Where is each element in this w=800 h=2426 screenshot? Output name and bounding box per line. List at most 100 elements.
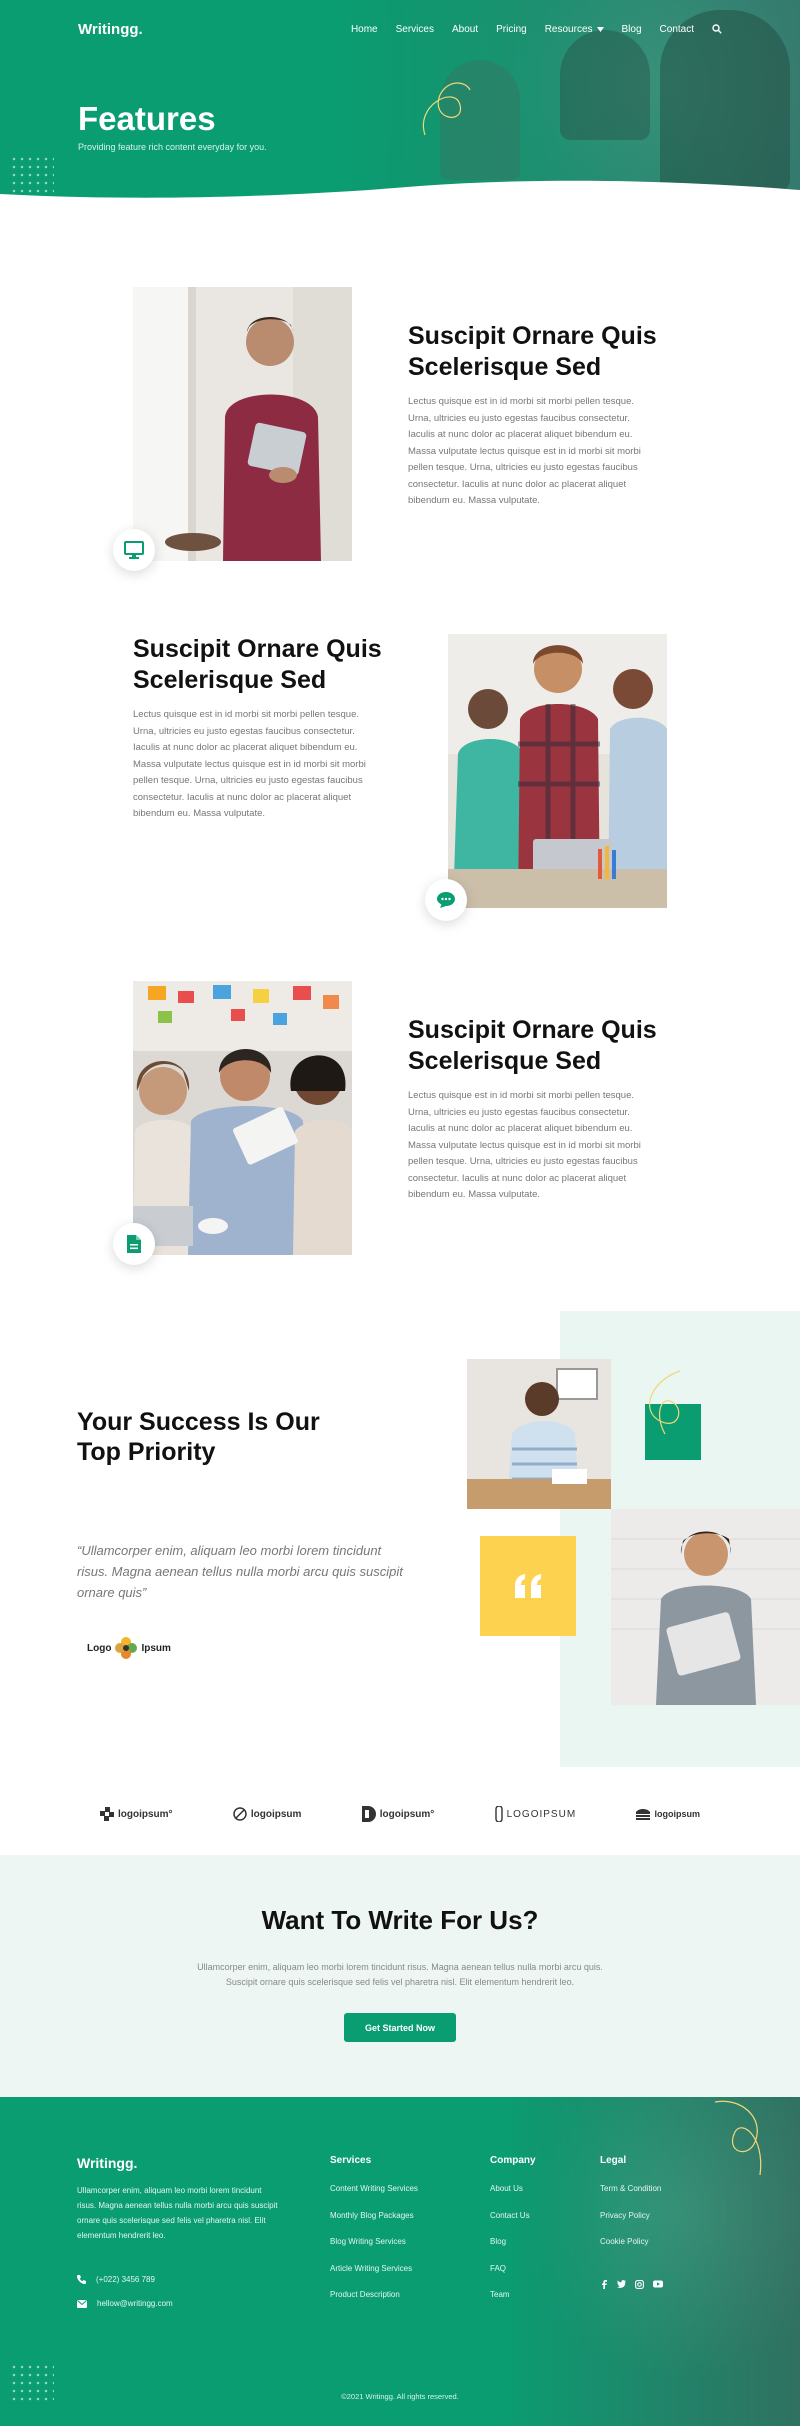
- site-footer: Writingg. Ullamcorper enim, aliquam leo …: [0, 2097, 800, 2426]
- nav-home[interactable]: Home: [351, 24, 378, 35]
- phone-icon: [77, 2275, 86, 2284]
- site-logo[interactable]: Writingg.: [78, 21, 143, 38]
- nav-pricing[interactable]: Pricing: [496, 24, 527, 35]
- partner-logo: logoipsum: [636, 1808, 700, 1820]
- success-title: Your Success Is Our Top Priority: [77, 1408, 320, 1466]
- client-logo-left: Logo: [87, 1642, 112, 1654]
- feature-block: Suscipit Ornare Quis Scelerisque Sed Lec…: [0, 634, 800, 981]
- circle-slash-logo-icon: [233, 1807, 247, 1821]
- nav-contact[interactable]: Contact: [660, 24, 694, 35]
- footer-phone: (+022) 3456 789: [77, 2275, 155, 2284]
- swirl-decoration-icon: [422, 82, 471, 136]
- partner-logo-label: logoipsum: [654, 1809, 700, 1819]
- footer-logo[interactable]: Writingg.: [77, 2155, 137, 2171]
- search-icon[interactable]: [712, 24, 722, 34]
- footer-link[interactable]: Monthly Blog Packages: [330, 2211, 418, 2220]
- partner-logo: logoipsum: [233, 1807, 302, 1821]
- cta-section: Want To Write For Us? Ullamcorper enim, …: [0, 1855, 800, 2097]
- feature-description: Lectus quisque est in id morbi sit morbi…: [408, 396, 641, 506]
- footer-link[interactable]: FAQ: [490, 2264, 536, 2273]
- feature-badge: [113, 529, 155, 571]
- cta-description: Ullamcorper enim, aliquam leo morbi lore…: [197, 1962, 603, 1987]
- copyright-text: ©2021 Writingg. All rights reserved.: [341, 2392, 459, 2401]
- nav-resources[interactable]: Resources: [545, 24, 604, 35]
- document-icon: [127, 1235, 141, 1253]
- partner-logo: logoipsum°: [100, 1807, 173, 1821]
- feature-description: Lectus quisque est in id morbi sit morbi…: [408, 1090, 641, 1200]
- footer-link[interactable]: Term & Condition: [600, 2184, 661, 2193]
- nav-about[interactable]: About: [452, 24, 478, 35]
- quote-icon: [515, 1574, 541, 1598]
- monitor-icon: [124, 541, 144, 559]
- d-shape-logo-icon: [361, 1806, 376, 1822]
- feature-title: Suscipit Ornare Quis Scelerisque Sed: [133, 635, 382, 694]
- swirl-decoration-icon: [714, 2100, 762, 2176]
- footer-link[interactable]: Contact Us: [490, 2211, 536, 2220]
- chevron-down-icon: [596, 26, 604, 32]
- get-started-button[interactable]: Get Started Now: [344, 2013, 456, 2042]
- flower-logo-icon: [115, 1637, 138, 1659]
- footer-link[interactable]: Product Description: [330, 2290, 418, 2299]
- envelope-icon: [77, 2299, 87, 2308]
- feature-block: Suscipit Ornare Quis Scelerisque Sed Lec…: [0, 287, 800, 634]
- footer-phone-number[interactable]: (+022) 3456 789: [96, 2275, 155, 2284]
- footer-link[interactable]: Cookie Policy: [600, 2237, 661, 2246]
- feature-badge: [425, 879, 467, 921]
- social-links: [600, 2280, 663, 2289]
- client-logo-right: Ipsum: [141, 1642, 171, 1654]
- partner-logos-row: logoipsum° logoipsum logoipsum° LOGOIPSU…: [0, 1773, 800, 1855]
- partner-logo-label: LOGOIPSUM: [506, 1808, 577, 1820]
- partner-logo: LOGOIPSUM: [494, 1806, 577, 1822]
- partner-logo-label: logoipsum°: [379, 1808, 435, 1820]
- footer-about-text: Ullamcorper enim, aliquam leo morbi lore…: [77, 2186, 278, 2240]
- chat-bubble-icon: [437, 892, 455, 908]
- partner-logo-label: logoipsum: [250, 1808, 302, 1820]
- success-image-man-writing: [467, 1359, 611, 1509]
- feature-title: Suscipit Ornare Quis Scelerisque Sed: [408, 322, 657, 381]
- footer-column-title: Services: [330, 2155, 372, 2166]
- footer-email-address[interactable]: hellow@writingg.com: [97, 2299, 173, 2308]
- footer-link[interactable]: Article Writing Services: [330, 2264, 418, 2273]
- feature-image-group-reading: [133, 981, 352, 1255]
- features-section: Suscipit Ornare Quis Scelerisque Sed Lec…: [0, 212, 800, 1311]
- footer-link[interactable]: Team: [490, 2290, 536, 2299]
- footer-link[interactable]: Privacy Policy: [600, 2211, 661, 2220]
- twitter-icon[interactable]: [617, 2280, 626, 2288]
- facebook-icon[interactable]: [600, 2280, 608, 2289]
- youtube-icon[interactable]: [653, 2280, 663, 2288]
- nav-blog[interactable]: Blog: [622, 24, 642, 35]
- feature-description: Lectus quisque est in id morbi sit morbi…: [133, 709, 366, 819]
- partner-logo: logoipsum°: [361, 1806, 435, 1822]
- success-section: Your Success Is Our Top Priority “Ullamc…: [0, 1311, 800, 1773]
- footer-link[interactable]: About Us: [490, 2184, 536, 2193]
- feature-block: Suscipit Ornare Quis Scelerisque Sed Lec…: [0, 981, 800, 1311]
- quote-mark-block: [480, 1536, 576, 1636]
- page-subtitle: Providing feature rich content everyday …: [78, 142, 267, 152]
- footer-email: hellow@writingg.com: [77, 2299, 173, 2308]
- footer-link[interactable]: Content Writing Services: [330, 2184, 418, 2193]
- footer-column-legal: Legal Term & Condition Privacy Policy Co…: [600, 2155, 661, 2264]
- instagram-icon[interactable]: [635, 2280, 644, 2289]
- feature-badge: [113, 1223, 155, 1265]
- grid-logo-icon: [100, 1807, 114, 1821]
- feature-title: Suscipit Ornare Quis Scelerisque Sed: [408, 1016, 657, 1075]
- client-logo: Logo Ipsum: [87, 1637, 171, 1659]
- top-navigation: Writingg. Home Services About Pricing Re…: [0, 0, 800, 58]
- footer-column-services: Services Content Writing Services Monthl…: [330, 2155, 418, 2317]
- hero-wave-divider: [0, 180, 800, 212]
- hero-section: Writingg. Home Services About Pricing Re…: [0, 0, 800, 212]
- footer-link[interactable]: Blog Writing Services: [330, 2237, 418, 2246]
- footer-column-company: Company About Us Contact Us Blog FAQ Tea…: [490, 2155, 536, 2317]
- feature-image-team-laptop: [448, 634, 667, 908]
- testimonial-quote: “Ullamcorper enim, aliquam leo morbi lor…: [77, 1543, 403, 1600]
- layers-logo-icon: [636, 1809, 651, 1820]
- swirl-decoration-icon: [649, 1370, 681, 1435]
- success-image-woman-laptop: [611, 1509, 800, 1705]
- footer-column-title: Legal: [600, 2155, 627, 2166]
- footer-column-title: Company: [490, 2155, 536, 2166]
- nav-resources-label: Resources: [544, 23, 593, 35]
- page-title: Features: [78, 100, 216, 137]
- partner-logo-label: logoipsum°: [118, 1808, 173, 1820]
- nav-services[interactable]: Services: [396, 24, 434, 35]
- footer-link[interactable]: Blog: [490, 2237, 536, 2246]
